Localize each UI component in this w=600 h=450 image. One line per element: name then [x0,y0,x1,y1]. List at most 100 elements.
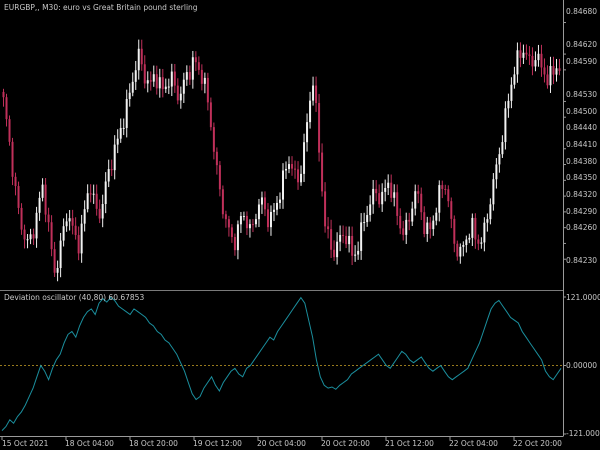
candle-body [128,92,131,100]
candle-body [269,211,272,228]
candle-body [203,77,206,84]
candle-body [125,99,128,128]
candle-body [534,60,537,67]
price-chart-canvas[interactable] [0,0,600,450]
candle-body [80,223,83,254]
candle-body [122,127,125,129]
oscillator-axis-label: 0.00000 [566,361,598,370]
candle-body [143,64,146,84]
candle-body [537,53,540,61]
time-axis-label: 15 Oct 2021 [2,439,49,448]
candle-body [360,222,363,251]
candle-body [221,189,224,215]
time-axis-label: 20 Oct 04:00 [257,439,306,448]
candle-body [266,209,269,228]
time-axis-label: 20 Oct 20:00 [321,439,370,448]
price-axis-label: 0.84440 [566,123,598,132]
candle-body [432,220,435,230]
candle-body [92,193,95,195]
candle-body [248,224,251,229]
candle-body [492,179,495,205]
price-axis-label: 0.84590 [566,57,598,66]
candle-body [387,182,390,189]
candle-body [170,71,173,87]
candle-body [333,249,336,258]
candle-body [14,176,17,187]
oscillator-line [1,296,562,431]
candle-body [5,97,8,120]
price-axis-label: 0.84500 [566,107,598,116]
candle-body [167,86,170,88]
price-axis-label: 0.84290 [566,207,598,216]
candle-body [510,84,513,101]
candle-body [62,226,65,241]
candle-body [513,74,516,85]
candle-body [423,212,426,234]
candle-body [489,204,492,220]
candle-body [381,191,384,205]
candle-body [137,48,140,71]
price-axis-label: 0.84260 [566,223,598,232]
candle-body [140,48,143,65]
candle-body [158,77,161,89]
chart-title: EURGBP,, M30: euro vs Great Britain poun… [4,3,198,12]
indicator-title: Deviation oscillator (40,80) 60.67853 [4,293,145,302]
candle-body [417,191,420,194]
candle-body [558,68,561,71]
candle-body [215,151,218,166]
candle-body [53,249,56,273]
candle-body [411,208,414,222]
price-axis-label: 0.84320 [566,190,598,199]
candle-body [209,102,212,128]
candle-body [83,209,86,224]
candle-body [23,229,26,240]
candle-body [366,215,369,223]
candle-body [11,141,14,177]
candle-body [462,245,465,247]
candle-body [119,127,122,139]
time-axis-label: 22 Oct 20:00 [513,439,562,448]
candle-body [275,202,278,210]
candle-body [357,250,360,255]
candle-body [179,93,182,101]
candle-body [236,224,239,251]
candle-body [483,222,486,243]
candle-body [71,218,74,226]
candle-body [378,193,381,205]
candle-body [342,234,345,236]
candle-body [294,168,297,170]
candle-body [330,229,333,250]
price-axis-label: 0.84230 [566,256,598,265]
candle-body [86,193,89,210]
candle-body [408,219,411,222]
candle-body [390,182,393,198]
candle-body [98,208,101,219]
candle-body [2,91,5,98]
time-axis-label: 21 Oct 12:00 [385,439,434,448]
candle-body [200,69,203,84]
candle-body [155,74,158,89]
candle-body [59,240,62,269]
candle-body [161,77,164,90]
candle-body [456,243,459,257]
candle-body [315,85,318,104]
candle-body [363,222,366,224]
candle-body [227,219,230,228]
candle-body [426,222,429,234]
candle-body [312,85,315,101]
candle-body [152,74,155,82]
candle-body [405,219,408,235]
candle-body [110,169,113,171]
candle-body [116,138,119,145]
candle-body [354,254,357,256]
candle-body [272,209,275,212]
candle-body [372,188,375,205]
price-axis-label: 0.84530 [566,90,598,99]
candle-body [56,268,59,273]
candle-body [149,80,152,82]
candle-body [254,219,257,225]
candle-body [507,100,510,109]
candle-body [224,214,227,220]
candle-body [465,239,468,246]
candle-body [453,218,456,244]
